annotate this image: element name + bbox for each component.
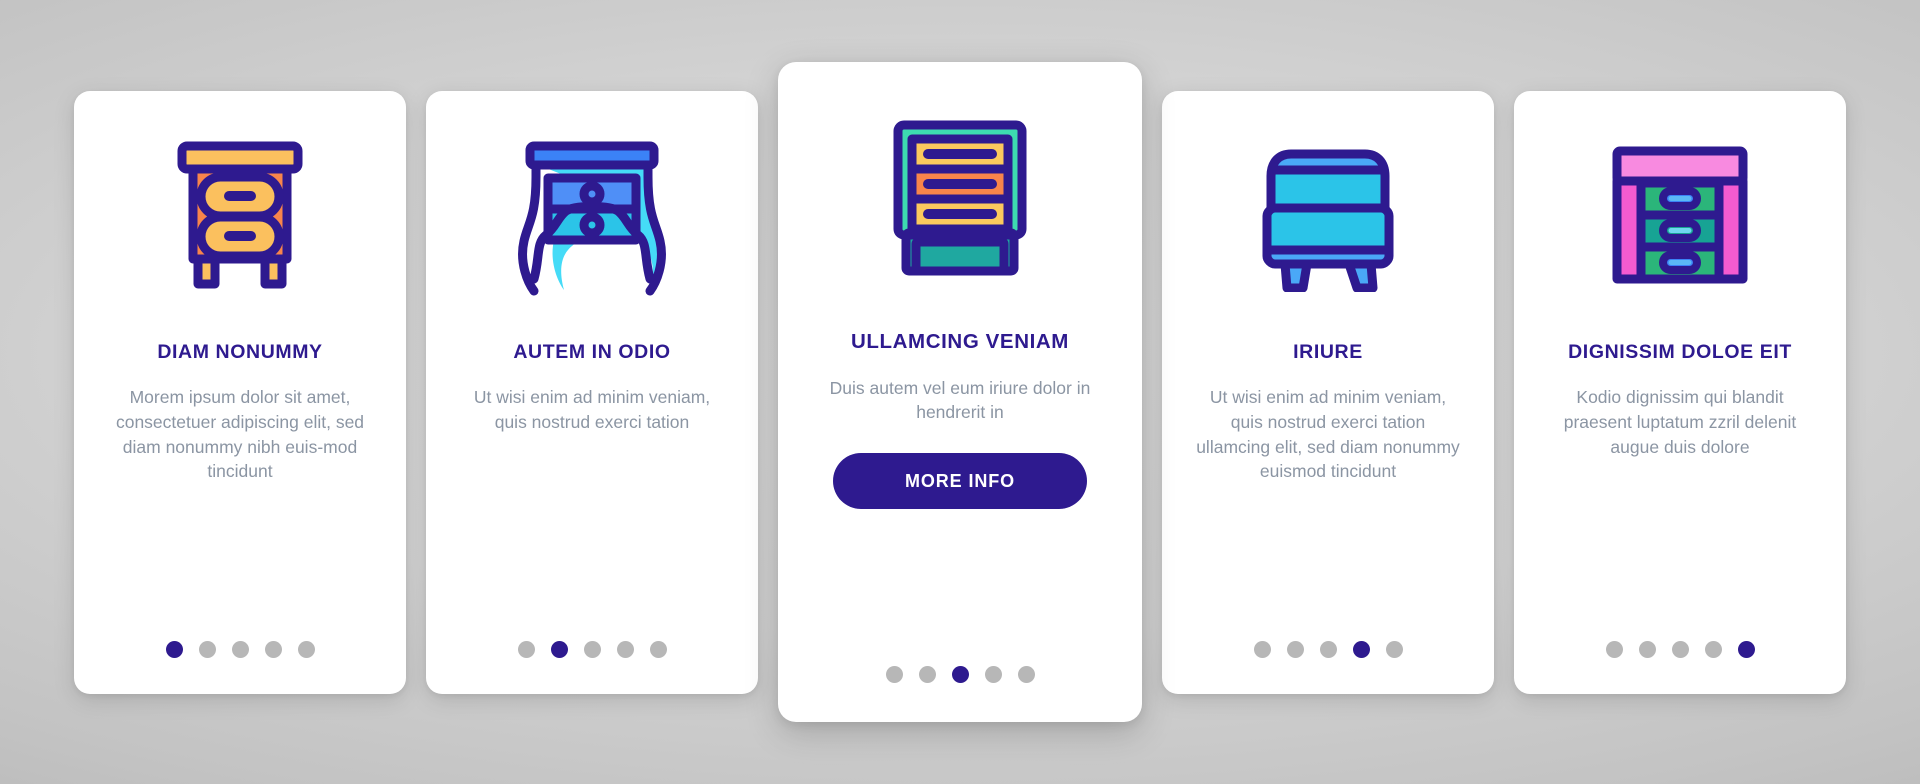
card-title: IRIURE bbox=[1293, 340, 1363, 363]
pagination-dot-active[interactable] bbox=[165, 640, 183, 658]
pagination-dot[interactable] bbox=[1605, 640, 1623, 658]
card-title: DIAM NONUMMY bbox=[157, 340, 323, 363]
onboarding-screens-container: DIAM NONUMMY Morem ipsum dolor sit amet, … bbox=[0, 0, 1920, 784]
pagination-dots bbox=[426, 640, 758, 658]
onboarding-card: ULLAMCING VENIAM Duis autem vel eum iriur… bbox=[778, 62, 1142, 722]
onboarding-card: DIAM NONUMMY Morem ipsum dolor sit amet, … bbox=[74, 90, 406, 694]
dresser-three-drawer-pink-green-icon bbox=[1612, 146, 1748, 283]
onboarding-card: AUTEM IN ODIO Ut wisi enim ad minim venia… bbox=[426, 90, 758, 694]
card-description: Ut wisi enim ad minim veniam, quis nostr… bbox=[1196, 386, 1460, 482]
pagination-dot[interactable] bbox=[264, 640, 282, 658]
card-description: Morem ipsum dolor sit amet, consectetuer… bbox=[115, 386, 365, 482]
card-description: Ut wisi enim ad minim veniam, quis nostr… bbox=[473, 386, 711, 432]
pagination-dot[interactable] bbox=[1671, 640, 1689, 658]
nightstand-cabriole-legs-blue-icon bbox=[518, 141, 666, 295]
onboarding-card: IRIURE Ut wisi enim ad minim veniam, quis… bbox=[1162, 90, 1494, 694]
pagination-dot-active[interactable] bbox=[1352, 640, 1370, 658]
card-title: ULLAMCING VENIAM bbox=[850, 330, 1069, 353]
pagination-dot[interactable] bbox=[616, 640, 634, 658]
pagination-dot[interactable] bbox=[517, 640, 535, 658]
card-illustration bbox=[426, 91, 758, 341]
pagination-dot[interactable] bbox=[1253, 640, 1271, 658]
pagination-dot[interactable] bbox=[918, 666, 936, 683]
pagination-dots bbox=[1162, 640, 1494, 658]
nightstand-two-drawer-orange-icon bbox=[177, 141, 303, 288]
cabinet-three-drawer-teal-icon bbox=[893, 120, 1027, 276]
card-illustration bbox=[778, 62, 1142, 330]
card-title: DIGNISSIM DOLOE EIT bbox=[1568, 340, 1792, 363]
pagination-dot[interactable] bbox=[1319, 640, 1337, 658]
card-description: Kodio dignissim qui blandit praesent lup… bbox=[1563, 386, 1797, 457]
nightstand-two-tier-cyan-icon bbox=[1262, 149, 1394, 292]
pagination-dot[interactable] bbox=[649, 640, 667, 658]
pagination-dot[interactable] bbox=[1704, 640, 1722, 658]
more-info-button[interactable]: MORE INFO bbox=[833, 453, 1087, 510]
pagination-dot[interactable] bbox=[1385, 640, 1403, 658]
pagination-dot-active[interactable] bbox=[951, 666, 969, 683]
pagination-dots bbox=[778, 666, 1142, 683]
card-illustration bbox=[1514, 91, 1846, 341]
pagination-dot[interactable] bbox=[297, 640, 315, 658]
pagination-dot[interactable] bbox=[1638, 640, 1656, 658]
pagination-dot[interactable] bbox=[984, 666, 1002, 683]
card-description: Duis autem vel eum iriure dolor in hendr… bbox=[829, 377, 1091, 423]
pagination-dot[interactable] bbox=[1017, 666, 1035, 683]
pagination-dot[interactable] bbox=[583, 640, 601, 658]
pagination-dot[interactable] bbox=[231, 640, 249, 658]
card-title: AUTEM IN ODIO bbox=[513, 340, 671, 363]
pagination-dot-active[interactable] bbox=[1737, 640, 1755, 658]
pagination-dot[interactable] bbox=[1286, 640, 1304, 658]
pagination-dot[interactable] bbox=[885, 666, 903, 683]
card-illustration bbox=[74, 91, 406, 341]
onboarding-card: DIGNISSIM DOLOE EIT Kodio dignissim qui b… bbox=[1514, 90, 1846, 694]
card-illustration bbox=[1162, 91, 1494, 341]
pagination-dots bbox=[1514, 640, 1846, 658]
pagination-dot-active[interactable] bbox=[550, 640, 568, 658]
pagination-dots bbox=[74, 640, 406, 658]
pagination-dot[interactable] bbox=[198, 640, 216, 658]
